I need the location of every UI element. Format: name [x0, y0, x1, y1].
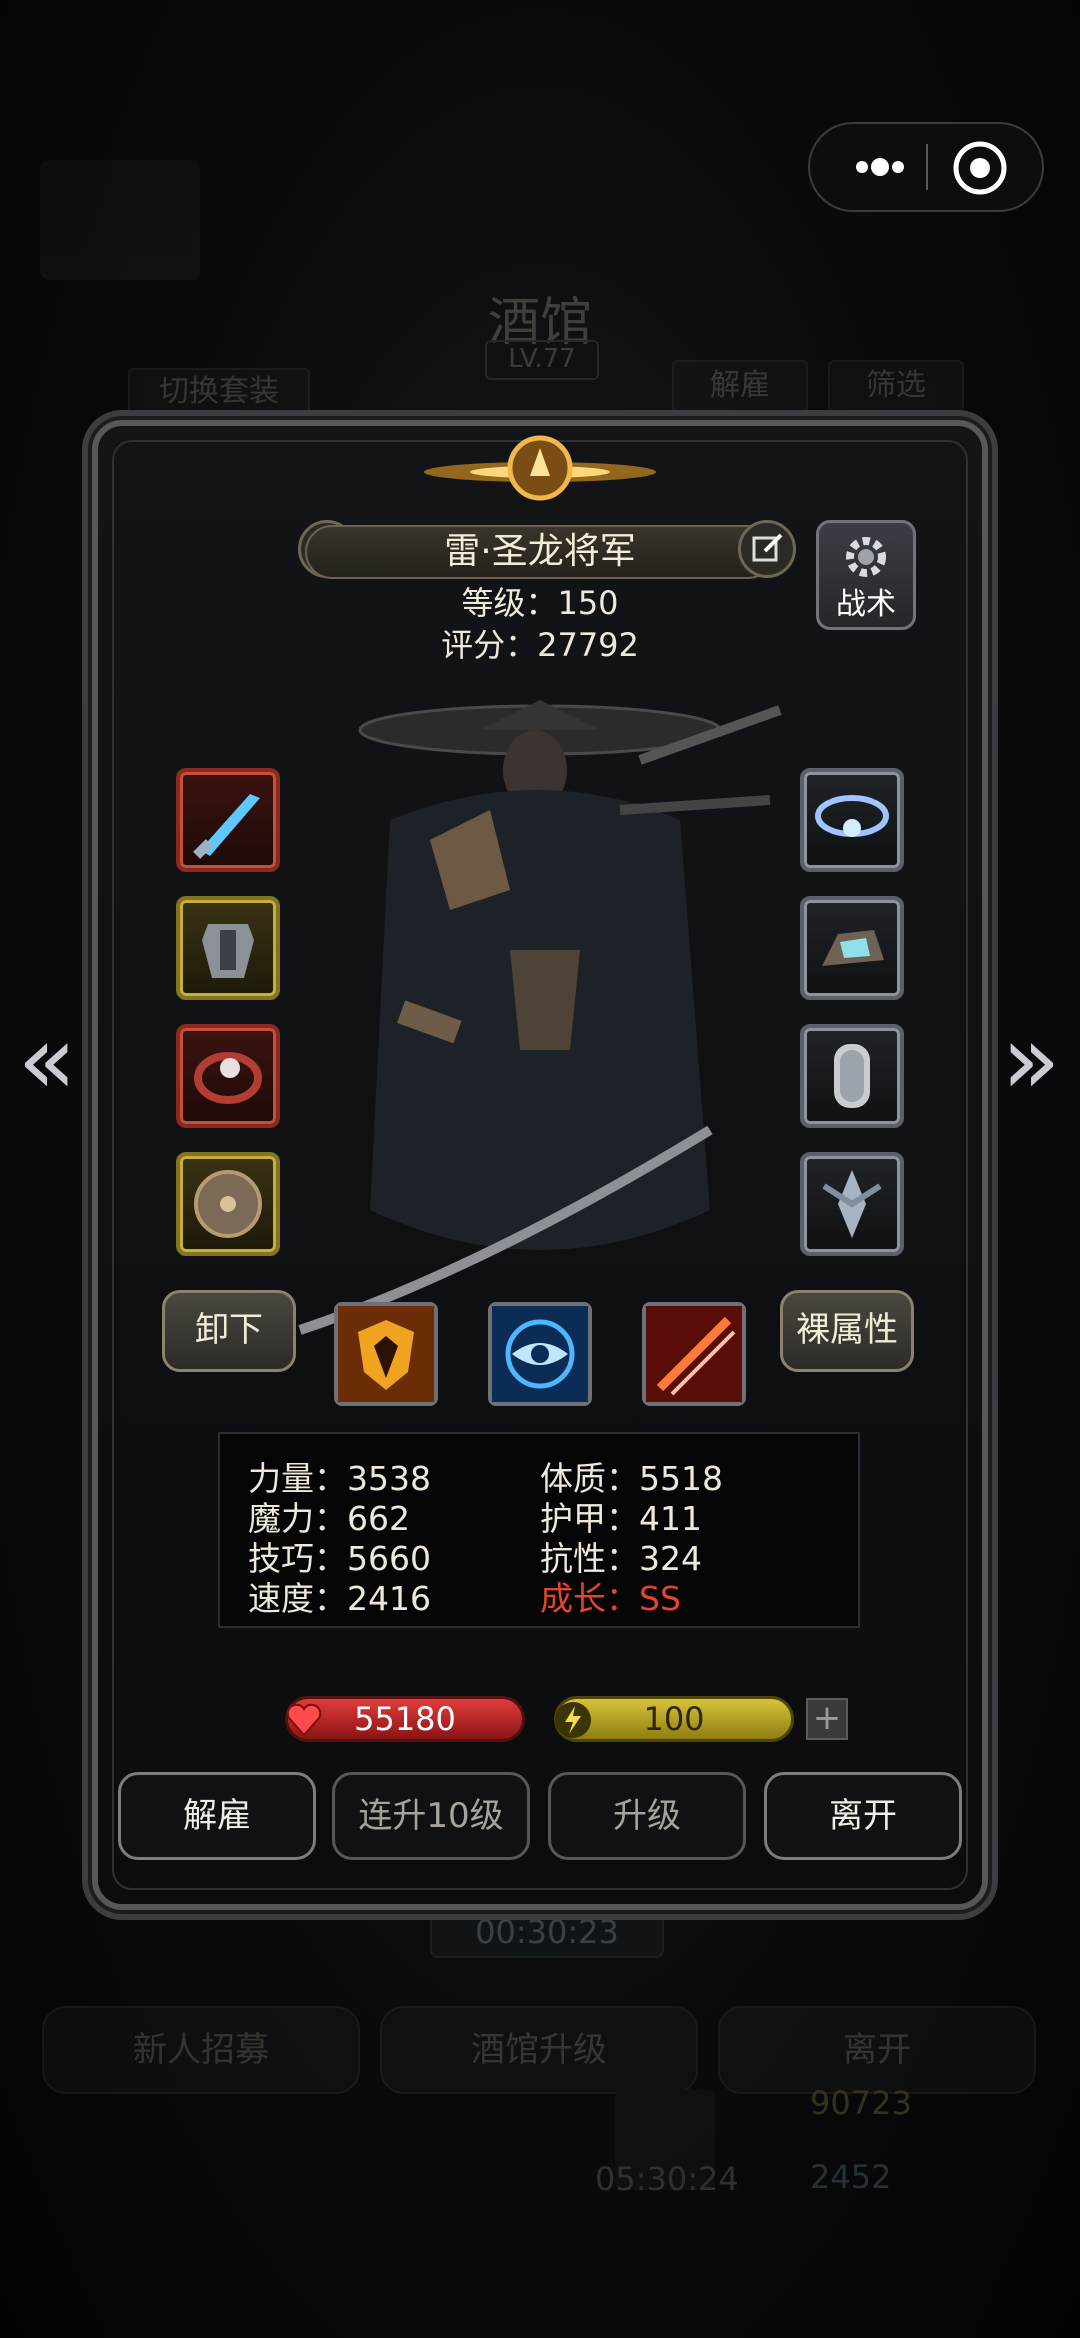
- bg-timer: 00:30:23: [430, 1910, 664, 1958]
- slash-icon: [646, 1306, 742, 1402]
- target-close-icon[interactable]: [950, 138, 1010, 198]
- bg-tavern-upgrade: 酒馆升级: [380, 2006, 698, 2094]
- bg-resource-2: 2452: [810, 2158, 892, 2196]
- edit-icon: [752, 533, 783, 562]
- equip-shield-slot[interactable]: [176, 1152, 280, 1256]
- equip-gem-slot[interactable]: [800, 896, 904, 1000]
- stat-speed: 速度：2416: [248, 1579, 431, 1618]
- rename-button[interactable]: [738, 520, 796, 578]
- lightning-icon: [553, 1700, 593, 1740]
- gem-icon: [822, 930, 884, 966]
- bg-filter: 筛选: [828, 360, 964, 412]
- level-up-button[interactable]: 升级: [548, 1772, 746, 1860]
- bg-switch-outfit: 切换套装: [128, 368, 310, 416]
- equip-ring-slot[interactable]: [176, 1024, 280, 1128]
- heart-icon: [284, 1700, 324, 1740]
- more-dots-icon[interactable]: [838, 146, 922, 188]
- stat-growth: 成长：SS: [540, 1579, 681, 1618]
- bg-level: LV.77: [485, 340, 599, 380]
- add-energy-button[interactable]: +: [806, 1698, 848, 1740]
- fire-shield-icon: [338, 1306, 434, 1402]
- skill-slot-3[interactable]: [642, 1302, 746, 1406]
- raw-attributes-button[interactable]: 裸属性: [780, 1290, 914, 1372]
- next-hero-arrow-icon[interactable]: »: [996, 1010, 1066, 1120]
- emblem-icon: [822, 1170, 882, 1238]
- hp-value: 55180: [354, 1700, 456, 1738]
- equip-armor-slot[interactable]: [176, 896, 280, 1000]
- stats-panel: 力量：3538 体质：5518 魔力：662 护甲：411 技巧：5660 抗性…: [218, 1432, 860, 1628]
- capsule-divider: [926, 144, 928, 190]
- gear-icon: [846, 537, 886, 577]
- crest-emblem-icon: [420, 420, 660, 506]
- prev-hero-arrow-icon[interactable]: «: [12, 1010, 82, 1120]
- bg-avatar: [40, 160, 200, 280]
- level-up-10-button[interactable]: 连升10级: [332, 1772, 530, 1860]
- ring-icon: [194, 1052, 262, 1104]
- miniprogram-capsule: [808, 122, 1044, 212]
- eye-icon: [492, 1306, 588, 1402]
- ice-sword-icon: [193, 794, 260, 859]
- bg-leave: 离开: [718, 2006, 1036, 2094]
- amulet-icon: [815, 795, 889, 837]
- hero-level: 等级：150: [461, 584, 619, 622]
- hero-name: 雷·圣龙将军: [305, 525, 775, 579]
- bg-timer-bottom: 05:30:24: [595, 2160, 739, 2198]
- tactics-label: 战术: [836, 587, 896, 622]
- hero-score: 评分：27792: [441, 626, 639, 664]
- bg-recruit: 新人招募: [42, 2006, 360, 2094]
- leave-button[interactable]: 离开: [764, 1772, 962, 1860]
- dismiss-button[interactable]: 解雇: [118, 1772, 316, 1860]
- unequip-button[interactable]: 卸下: [162, 1290, 296, 1372]
- equip-chainmail-slot[interactable]: [800, 1024, 904, 1128]
- skill-slot-2[interactable]: [488, 1302, 592, 1406]
- chainmail-icon: [834, 1044, 870, 1108]
- skill-slot-1[interactable]: [334, 1302, 438, 1406]
- equip-emblem-slot[interactable]: [800, 1152, 904, 1256]
- shield-icon: [194, 1170, 262, 1238]
- tactics-button[interactable]: 战术: [816, 520, 916, 630]
- bg-dismiss: 解雇: [672, 360, 808, 412]
- energy-value: 100: [643, 1700, 705, 1738]
- bg-resource-1: 90723: [810, 2084, 912, 2122]
- equip-weapon-slot[interactable]: [176, 768, 280, 872]
- armor-icon: [202, 924, 254, 978]
- equip-amulet-slot[interactable]: [800, 768, 904, 872]
